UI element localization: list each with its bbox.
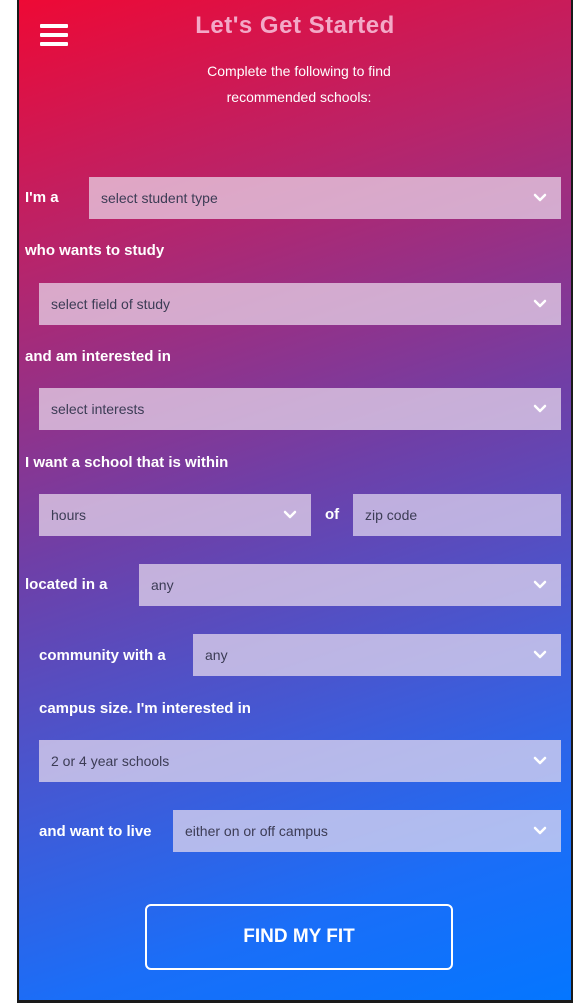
interests-value: select interests: [51, 401, 145, 417]
housing-label: and want to live: [39, 823, 152, 840]
location-label: located in a: [25, 576, 108, 593]
subtitle-line-2: recommended schools:: [226, 89, 372, 105]
field-of-study-label: who wants to study: [25, 242, 165, 259]
field-of-study-value: select field of study: [51, 296, 171, 312]
of-label: of: [325, 506, 340, 523]
interests-label: and am interested in: [25, 348, 171, 365]
zip-code-placeholder: zip code: [365, 507, 418, 523]
hours-select[interactable]: hours: [39, 494, 311, 536]
student-type-value: select student type: [101, 190, 218, 206]
chevron-down-icon: [533, 190, 547, 204]
chevron-down-icon: [533, 647, 547, 661]
school-type-value: 2 or 4 year schools: [51, 753, 170, 769]
find-my-fit-button[interactable]: FIND MY FIT: [145, 904, 453, 970]
interests-select[interactable]: select interests: [39, 388, 561, 430]
chevron-down-icon: [533, 296, 547, 310]
chevron-down-icon: [533, 753, 547, 767]
housing-select[interactable]: either on or off campus: [173, 810, 561, 852]
chevron-down-icon: [533, 401, 547, 415]
distance-label: I want a school that is within: [25, 454, 229, 471]
chevron-down-icon: [283, 507, 297, 521]
student-type-select[interactable]: select student type: [89, 177, 561, 219]
subtitle-line-1: Complete the following to find: [207, 63, 391, 79]
community-select[interactable]: any: [193, 634, 561, 676]
page-title: Let's Get Started: [195, 12, 395, 39]
chevron-down-icon: [533, 577, 547, 591]
school-type-select[interactable]: 2 or 4 year schools: [39, 740, 561, 782]
page-subtitle: Complete the following to find recommend…: [159, 58, 439, 110]
app-frame: Let's Get Started Complete the following…: [17, 0, 573, 1003]
housing-value: either on or off campus: [185, 823, 328, 839]
student-type-label: I'm a: [25, 189, 59, 206]
community-label: community with a: [39, 647, 166, 664]
hours-value: hours: [51, 507, 87, 523]
field-of-study-select[interactable]: select field of study: [39, 283, 561, 325]
community-value: any: [205, 647, 228, 663]
location-select[interactable]: any: [139, 564, 561, 606]
chevron-down-icon: [533, 823, 547, 837]
location-value: any: [151, 577, 174, 593]
zip-code-input[interactable]: zip code: [353, 494, 561, 536]
school-type-label: campus size. I'm interested in: [39, 700, 251, 717]
